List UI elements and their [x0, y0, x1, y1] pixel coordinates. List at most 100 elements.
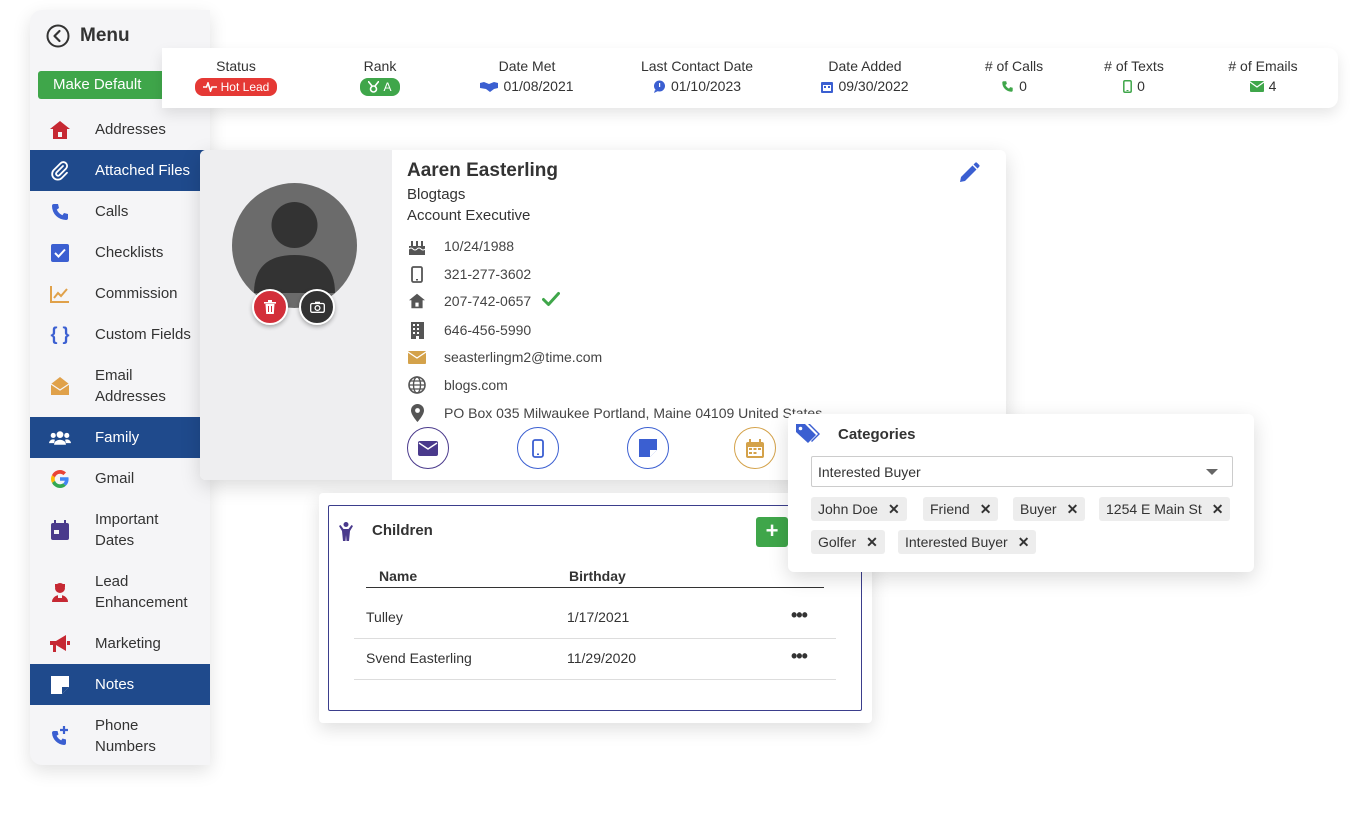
sidebar-menu: Menu Make Default Addresses Attached Fil… [30, 10, 210, 765]
add-note-button[interactable] [627, 427, 669, 469]
close-icon[interactable]: ✕ [866, 534, 878, 551]
sidebar-item-label: Checklists [95, 244, 164, 261]
sidebar-item-label: Marketing [95, 635, 161, 652]
date-met-value: 01/08/2021 [503, 78, 574, 94]
contact-name: Aaren Easterling [407, 160, 558, 181]
handshake-icon [480, 82, 499, 92]
sidebar-item-label: Custom Fields [95, 326, 191, 343]
category-tag[interactable]: Buyer ✕ [1013, 497, 1086, 521]
mobile-icon [1123, 79, 1133, 93]
last-contact-value: 01/10/2023 [670, 78, 742, 94]
sidebar-item-attached-files[interactable]: Attached Files [30, 150, 210, 191]
email-row: seasterlingm2@time.com [407, 347, 602, 367]
email-value[interactable]: seasterlingm2@time.com [444, 349, 602, 365]
chat-bubble-icon [653, 80, 665, 93]
send-text-button[interactable] [517, 427, 559, 469]
mobile-row: 321-277-3602 [407, 264, 531, 284]
work-phone-value[interactable]: 646-456-5990 [444, 322, 531, 338]
schedule-button[interactable] [734, 427, 776, 469]
header-divider [366, 587, 824, 588]
rank-value: A [383, 80, 392, 94]
make-default-button[interactable]: Make Default [38, 71, 170, 99]
send-email-button[interactable] [407, 427, 449, 469]
stat-label: Last Contact Date [640, 58, 754, 74]
avatar[interactable] [232, 183, 357, 308]
back-circle-icon[interactable] [46, 24, 70, 48]
calendar-icon [49, 519, 71, 541]
birthday-cake-icon [407, 236, 427, 256]
website-value[interactable]: blogs.com [444, 377, 508, 393]
stat-label: # of Calls [984, 58, 1044, 74]
verified-check-icon [542, 291, 560, 312]
sidebar-item-notes[interactable]: Notes [30, 664, 210, 705]
tag-label: Buyer [1020, 501, 1057, 517]
tag-label: Interested Buyer [905, 534, 1008, 550]
column-header-birthday[interactable]: Birthday [569, 568, 626, 584]
calendar-icon [821, 81, 834, 93]
birthday-row: 10/24/1988 [407, 236, 514, 256]
users-icon [49, 427, 71, 449]
row-actions-button[interactable]: ••• [791, 605, 808, 626]
child-birthday: 1/17/2021 [567, 609, 630, 625]
row-actions-button[interactable]: ••• [791, 646, 808, 667]
sidebar-item-commission[interactable]: Commission [30, 273, 210, 314]
column-header-name[interactable]: Name [379, 568, 417, 584]
close-icon[interactable]: ✕ [888, 501, 900, 518]
stat-texts: # of Texts 0 [1096, 58, 1172, 94]
map-pin-icon [407, 403, 427, 423]
envelope-icon [407, 347, 427, 367]
category-tag[interactable]: John Doe ✕ [811, 497, 907, 521]
stat-last-contact: Last Contact Date 01/10/2023 [632, 58, 762, 94]
sidebar-item-email-addresses[interactable]: Email Addresses [30, 355, 210, 417]
sidebar-item-checklists[interactable]: Checklists [30, 232, 210, 273]
close-icon[interactable]: ✕ [980, 501, 992, 518]
sidebar-item-custom-fields[interactable]: { } Custom Fields [30, 314, 210, 355]
sidebar-item-important-dates[interactable]: Important Dates [30, 499, 210, 561]
sidebar-item-label: Important Dates [95, 511, 159, 549]
category-select-value: Interested Buyer [818, 464, 921, 480]
phone-icon [1002, 80, 1013, 92]
close-icon[interactable]: ✕ [1018, 534, 1030, 551]
mobile-value[interactable]: 321-277-3602 [444, 266, 531, 282]
rank-badge[interactable]: A [360, 78, 400, 96]
category-tag[interactable]: Interested Buyer ✕ [898, 530, 1037, 554]
delete-photo-button[interactable] [252, 289, 288, 325]
category-tag[interactable]: 1254 E Main St ✕ [1099, 497, 1231, 521]
categories-title: Categories [838, 426, 916, 443]
menu-header: Menu [46, 24, 130, 48]
date-added-value: 09/30/2022 [838, 78, 909, 94]
add-child-button[interactable]: + [756, 517, 788, 547]
stat-label: Status [216, 58, 256, 74]
menu-title: Menu [80, 25, 130, 46]
close-icon[interactable]: ✕ [1212, 501, 1224, 518]
house-icon [49, 119, 71, 141]
sidebar-item-family[interactable]: Family [30, 417, 210, 458]
category-select[interactable]: Interested Buyer [811, 456, 1233, 487]
sidebar-item-label: Phone Numbers [95, 717, 156, 755]
user-silhouette-icon [254, 202, 335, 293]
stat-label: Date Met [498, 58, 556, 74]
categories-panel: Categories Interested Buyer John Doe ✕ Fr… [788, 414, 1254, 572]
category-tag[interactable]: Golfer ✕ [811, 530, 885, 554]
child-name: Tulley [366, 609, 403, 625]
sidebar-item-marketing[interactable]: Marketing [30, 623, 210, 664]
curly-braces-icon: { } [50, 324, 70, 344]
status-badge[interactable]: Hot Lead [194, 78, 278, 96]
heartbeat-icon [202, 82, 217, 92]
sidebar-item-gmail[interactable]: Gmail [30, 458, 210, 499]
sidebar-item-calls[interactable]: Calls [30, 191, 210, 232]
address-value[interactable]: PO Box 035 Milwaukee Portland, Maine 041… [444, 405, 822, 421]
category-tag[interactable]: Friend ✕ [923, 497, 999, 521]
edit-contact-button[interactable] [958, 162, 980, 189]
camera-icon [309, 301, 325, 313]
envelope-icon [418, 440, 438, 456]
sidebar-item-label: Notes [95, 676, 135, 693]
sidebar-item-addresses[interactable]: Addresses [30, 109, 210, 150]
upload-photo-button[interactable] [299, 289, 335, 325]
home-phone-value[interactable]: 207-742-0657 [444, 293, 531, 309]
sidebar-item-lead-enhancement[interactable]: Lead Enhancement [30, 561, 210, 623]
close-icon[interactable]: ✕ [1067, 501, 1079, 518]
mobile-icon [532, 438, 544, 458]
stat-date-met: Date Met 01/08/2021 [472, 58, 582, 94]
sidebar-item-phone-numbers[interactable]: Phone Numbers [30, 705, 210, 765]
